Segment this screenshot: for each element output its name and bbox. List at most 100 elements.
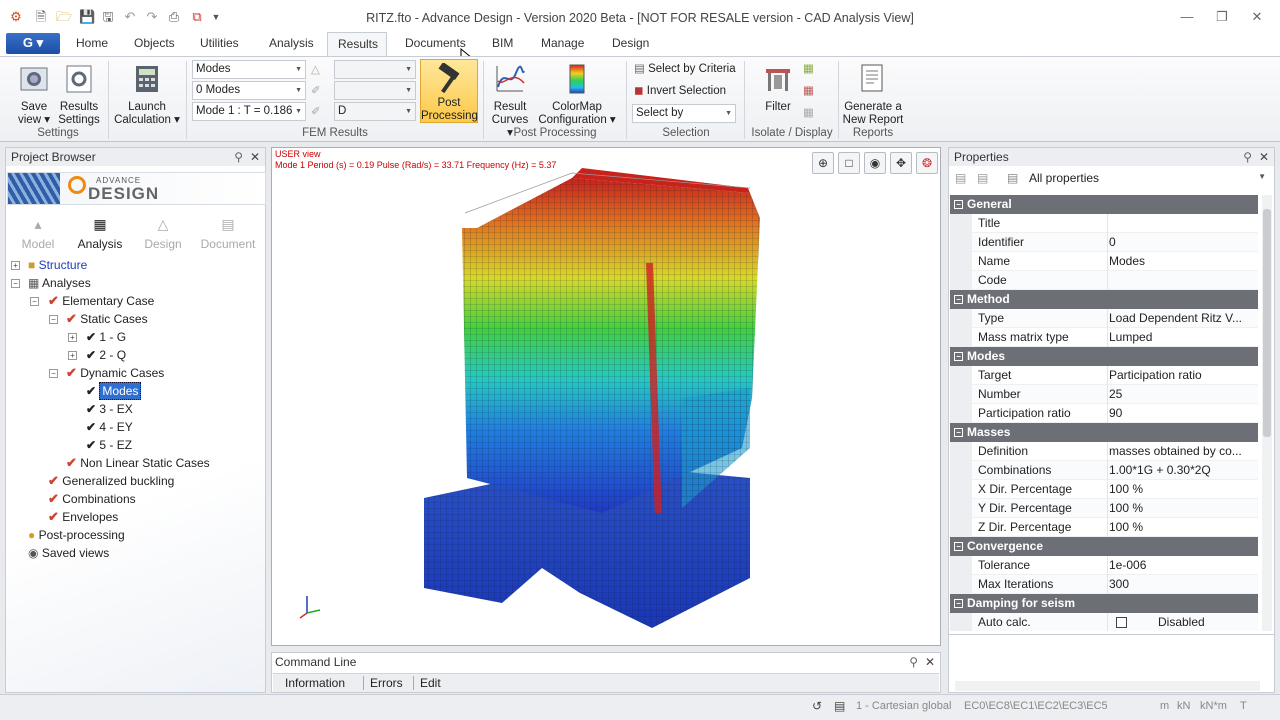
property-row[interactable]: Name Modes xyxy=(950,252,1258,271)
property-value[interactable]: 100 % xyxy=(1109,518,1254,537)
property-row[interactable]: Tolerance 1e-006 xyxy=(950,556,1258,575)
collapse-toggle[interactable]: − xyxy=(954,542,963,551)
tree-item-1-g[interactable]: ✔ 1 - G xyxy=(86,328,126,346)
expand-toggle[interactable]: + xyxy=(11,261,20,270)
result-option-icon-3[interactable]: ✐ xyxy=(311,103,321,121)
collapse-toggle[interactable]: − xyxy=(49,315,58,324)
categorized-icon[interactable]: ▤ xyxy=(955,171,966,185)
tab-design[interactable]: Design xyxy=(602,32,659,56)
property-row[interactable]: Title xyxy=(950,214,1258,233)
property-row[interactable]: Code xyxy=(950,271,1258,290)
snap-icon[interactable]: ↺ xyxy=(812,699,822,713)
pin-icon[interactable]: ⚲ xyxy=(1243,148,1252,166)
property-category[interactable]: − Method xyxy=(950,290,1258,309)
tab-utilities[interactable]: Utilities xyxy=(190,32,249,56)
mode-period-select[interactable]: Mode 1 : T = 0.186 ▼ xyxy=(192,102,306,121)
hide-icon[interactable]: ▦ xyxy=(803,104,814,122)
pin-icon[interactable]: ⚲ xyxy=(909,655,918,669)
expand-toggle[interactable]: + xyxy=(68,351,77,360)
mode-document-button[interactable]: ▤ Document xyxy=(200,216,256,251)
results-settings-button[interactable]: Results Settings xyxy=(57,61,101,127)
collapse-toggle[interactable]: − xyxy=(954,428,963,437)
tab-home[interactable]: Home xyxy=(66,32,118,56)
property-category[interactable]: − Masses xyxy=(950,423,1258,442)
component-select[interactable]: ▼ xyxy=(334,60,416,79)
property-category[interactable]: − General xyxy=(950,195,1258,214)
unit-length[interactable]: m xyxy=(1160,700,1169,712)
tree-item-4-ey[interactable]: ✔ 4 - EY xyxy=(86,418,133,436)
mode-model-button[interactable]: ▴ Model xyxy=(14,216,62,251)
tab-information[interactable]: Information xyxy=(279,676,351,690)
property-row[interactable]: Z Dir. Percentage 100 % xyxy=(950,518,1258,537)
tree-item-elementary-case[interactable]: ✔ Elementary Case xyxy=(48,292,154,310)
filter-button[interactable]: Filter xyxy=(756,61,800,114)
tree-item-2-q[interactable]: ✔ 2 - Q xyxy=(86,346,126,364)
property-value[interactable]: 300 xyxy=(1109,575,1254,594)
pin-icon[interactable]: ⚲ xyxy=(234,148,243,166)
property-value[interactable]: Disabled xyxy=(1158,613,1258,631)
tree-item-post-processing[interactable]: ● Post-processing xyxy=(28,526,125,544)
layer-icon[interactable]: ▤ xyxy=(834,699,845,713)
auto-calc-checkbox[interactable] xyxy=(1116,617,1127,628)
property-row[interactable]: Definition masses obtained by co... xyxy=(950,442,1258,461)
collapse-toggle[interactable]: − xyxy=(954,352,963,361)
property-row[interactable]: Y Dir. Percentage 100 % xyxy=(950,499,1258,518)
property-row[interactable]: Max Iterations 300 xyxy=(950,575,1258,594)
property-value[interactable]: 100 % xyxy=(1109,480,1254,499)
chevron-down-icon[interactable]: ▼ xyxy=(1258,172,1266,181)
properties-h-scrollbar[interactable] xyxy=(955,681,1260,691)
result-mode-count-select[interactable]: 0 Modes ▼ xyxy=(192,81,306,100)
tab-bim[interactable]: BIM xyxy=(482,32,523,56)
property-value[interactable]: 100 % xyxy=(1109,499,1254,518)
property-category[interactable]: − Modes xyxy=(950,347,1258,366)
close-button[interactable]: ✕ xyxy=(1246,6,1268,28)
tree-item-non-linear-static-cases[interactable]: ✔ Non Linear Static Cases xyxy=(66,454,210,472)
property-value[interactable]: 1e-006 xyxy=(1109,556,1254,575)
property-value[interactable]: 90 xyxy=(1109,404,1254,423)
tree-item-static-cases[interactable]: ✔ Static Cases xyxy=(66,310,148,328)
property-row[interactable]: X Dir. Percentage 100 % xyxy=(950,480,1258,499)
launch-calculation-button[interactable]: Launch Calculation ▾ xyxy=(114,61,180,127)
unit-moment[interactable]: kN*m xyxy=(1200,700,1227,712)
collapse-toggle[interactable]: − xyxy=(954,295,963,304)
tree-item-saved-views[interactable]: ◉ Saved views xyxy=(28,544,109,562)
result-option-icon-1[interactable]: △ xyxy=(311,61,320,79)
property-row[interactable]: Type Load Dependent Ritz V... xyxy=(950,309,1258,328)
invert-selection-button[interactable]: ◼ Invert Selection xyxy=(634,82,726,100)
property-row[interactable]: Mass matrix type Lumped xyxy=(950,328,1258,347)
display-icon[interactable]: ▦ xyxy=(803,82,814,100)
property-value[interactable]: Modes xyxy=(1109,252,1254,271)
post-processing-button[interactable]: Post Processing xyxy=(420,59,478,123)
property-category[interactable]: − Damping for seism xyxy=(950,594,1258,613)
tab-manage[interactable]: Manage xyxy=(531,32,594,56)
tree-item-modes[interactable]: ✔ Modes xyxy=(86,382,142,400)
collapse-toggle[interactable]: − xyxy=(954,599,963,608)
sort-icon[interactable]: ▤ xyxy=(977,171,988,185)
tab-analysis[interactable]: Analysis xyxy=(259,32,324,56)
coordinate-system[interactable]: 1 - Cartesian global xyxy=(856,700,951,712)
result-option-icon-2[interactable]: ✐ xyxy=(311,82,321,100)
property-row[interactable]: Combinations 1.00*1G + 0.30*2Q xyxy=(950,461,1258,480)
isolate-icon[interactable]: ▦ xyxy=(803,60,814,78)
minimize-button[interactable]: — xyxy=(1176,6,1198,28)
unit-force[interactable]: kN xyxy=(1177,700,1190,712)
property-value[interactable]: 25 xyxy=(1109,385,1254,404)
tree-item-envelopes[interactable]: ✔ Envelopes xyxy=(48,508,118,526)
select-by-dropdown[interactable]: Select by ▼ xyxy=(632,104,736,123)
tab-objects[interactable]: Objects xyxy=(124,32,185,56)
tab-errors[interactable]: Errors xyxy=(363,676,409,690)
tree-item-combinations[interactable]: ✔ Combinations xyxy=(48,490,136,508)
property-value[interactable]: Participation ratio xyxy=(1109,366,1254,385)
result-type-select[interactable]: Modes ▼ xyxy=(192,60,306,79)
property-value[interactable]: 1.00*1G + 0.30*2Q xyxy=(1109,461,1254,480)
property-value[interactable]: Lumped xyxy=(1109,328,1254,347)
display-component-select[interactable]: D ▼ xyxy=(334,102,416,121)
properties-scrollbar[interactable] xyxy=(1262,195,1272,631)
application-menu-button[interactable]: G ▾ xyxy=(6,33,60,54)
property-row[interactable]: Number 25 xyxy=(950,385,1258,404)
unit-temperature[interactable]: T xyxy=(1240,700,1247,712)
collapse-toggle[interactable]: − xyxy=(49,369,58,378)
collapse-toggle[interactable]: − xyxy=(30,297,39,306)
property-value[interactable]: 0 xyxy=(1109,233,1254,252)
property-value[interactable]: Load Dependent Ritz V... xyxy=(1109,309,1254,328)
